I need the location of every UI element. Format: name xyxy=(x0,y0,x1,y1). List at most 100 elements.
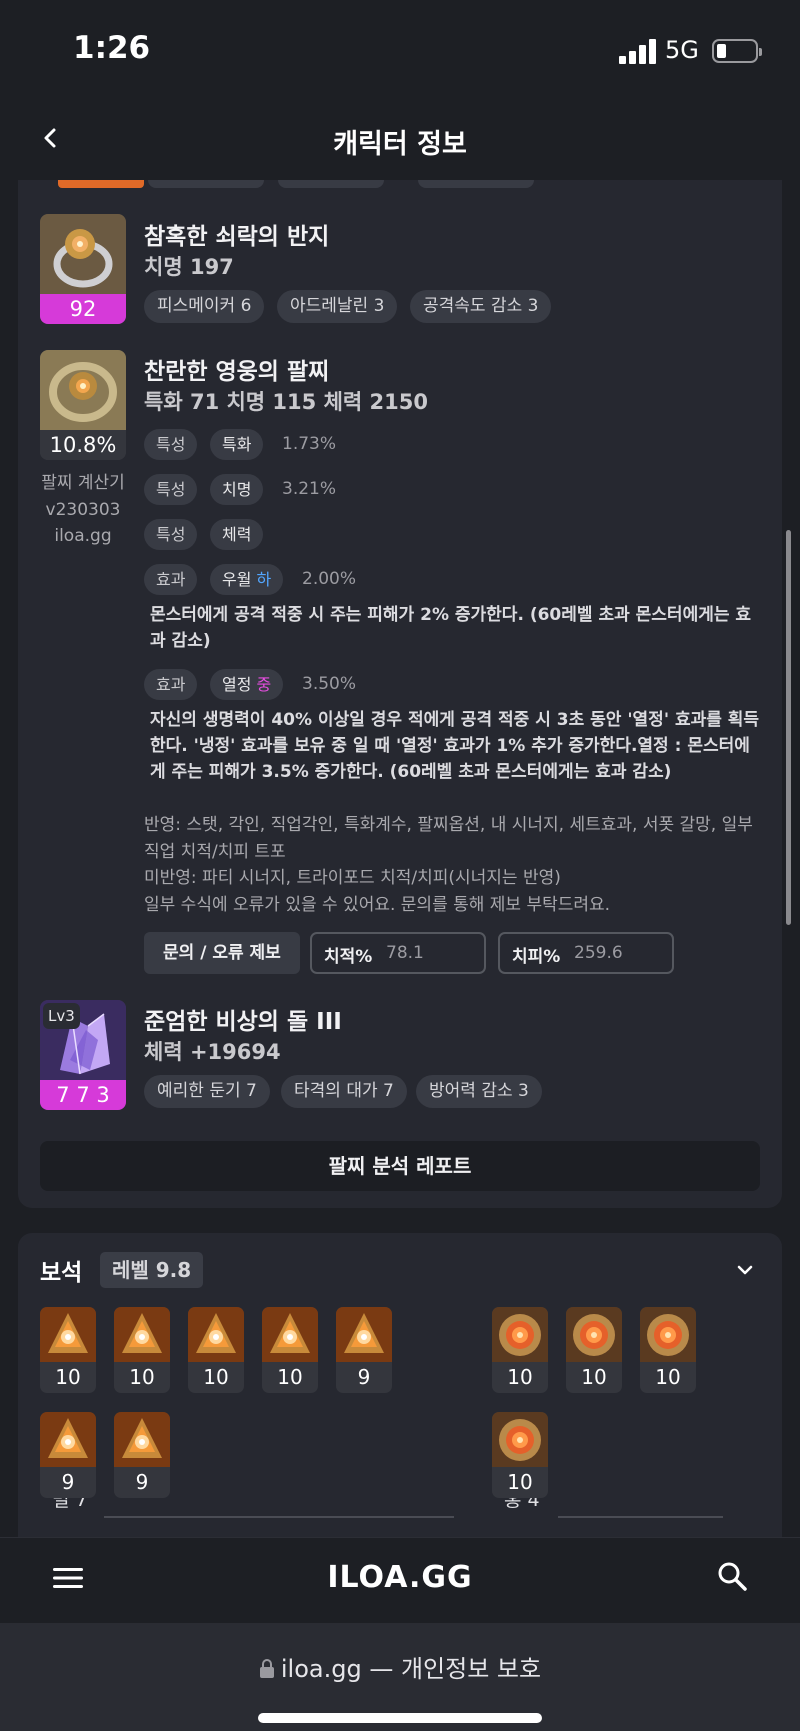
note-line: 일부 수식에 오류가 있을 수 있어요. 문의를 통해 제보 부탁드려요. xyxy=(144,894,611,915)
search-icon[interactable] xyxy=(716,1560,748,1592)
gems-title: 보석 xyxy=(40,1260,83,1286)
gem-item[interactable]: 10 xyxy=(114,1307,170,1393)
gem-level: 10 xyxy=(581,1365,607,1389)
previous-item-tag xyxy=(278,180,384,188)
trait-type-chip: 특성 xyxy=(144,519,198,550)
gem-level: 10 xyxy=(507,1470,533,1494)
annihilation-gem-icon xyxy=(262,1307,318,1362)
gem-item[interactable]: 10 xyxy=(640,1307,696,1393)
gem-item[interactable]: 10 xyxy=(492,1307,548,1393)
report-error-button[interactable]: 문의 / 오류 제보 xyxy=(144,932,300,974)
bracelet-percent: 10.8% xyxy=(40,430,126,460)
calculator-site: iloa.gg xyxy=(54,526,112,546)
ring-engraving-tag: 아드레날린 3 xyxy=(277,290,398,323)
gem-item[interactable]: 9 xyxy=(336,1307,392,1393)
gem-item[interactable]: 10 xyxy=(566,1307,622,1393)
ring-quality: 92 xyxy=(40,294,126,324)
trait-type-chip: 특성 xyxy=(144,429,198,460)
home-indicator xyxy=(258,1713,542,1723)
bracelet-item[interactable]: 10.8% xyxy=(40,350,126,460)
gem-level: 10 xyxy=(203,1365,229,1389)
ring-icon xyxy=(40,214,126,294)
gems-level-badge: 레벨 9.8 xyxy=(100,1252,204,1288)
bracelet-icon xyxy=(40,350,126,430)
crimson-flame-gem-icon xyxy=(566,1307,622,1362)
crimson-flame-gem-icon xyxy=(492,1412,548,1467)
calculator-name: 팔찌 계산기 xyxy=(41,473,125,493)
browser-url-bar[interactable]: iloa.gg — 개인정보 보호 xyxy=(0,1623,800,1731)
ring-engraving-tag: 피스메이커 6 xyxy=(144,290,265,323)
stone-stat: 체력 +19694 xyxy=(144,1040,281,1064)
effect-description: 자신의 생명력이 40% 이상일 경우 적에게 공격 적중 시 3초 동안 '열… xyxy=(150,710,760,782)
ring-thumbnail: 92 xyxy=(40,214,126,324)
bottom-nav: ILOA.GG xyxy=(0,1537,800,1623)
trait-name-chip: 체력 xyxy=(210,519,264,550)
trait-value: 3.21% xyxy=(282,479,337,499)
effect-name: 열정 xyxy=(222,675,252,694)
url-text: iloa.gg — 개인정보 보호 xyxy=(0,1649,800,1684)
page-title: 캐릭터 정보 xyxy=(333,129,467,160)
gem-item[interactable]: 9 xyxy=(114,1412,170,1498)
trait-value: 1.73% xyxy=(282,434,337,454)
annihilation-gem-icon xyxy=(40,1307,96,1362)
effect-grade: 하 xyxy=(256,570,272,589)
stone-engraving-tag: 방어력 감소 3 xyxy=(416,1075,542,1108)
gem-level: 10 xyxy=(55,1365,81,1389)
crit-damage-input[interactable]: 치피% 259.6 xyxy=(498,932,674,974)
gem-level: 9 xyxy=(135,1470,149,1494)
bracelet-thumbnail: 10.8% xyxy=(40,350,126,460)
brand-logo[interactable]: ILOA.GG xyxy=(0,1560,800,1595)
stone-level-badge: Lv3 xyxy=(43,1003,80,1029)
scrollbar[interactable] xyxy=(786,530,791,925)
annihilation-gem-icon xyxy=(114,1412,170,1467)
scroll-area: 92 참혹한 쇠락의 반지 치명 197 피스메이커 6 아드레날린 3 공격속… xyxy=(0,180,800,1537)
network-type: 5G xyxy=(665,36,699,64)
bracelet-analysis-button[interactable]: 팔찌 분석 레포트 xyxy=(40,1141,760,1191)
previous-item-tag xyxy=(148,180,264,188)
gem-item[interactable]: 10 xyxy=(492,1412,548,1498)
effect-type-chip: 효과 xyxy=(144,669,198,700)
crit-rate-input[interactable]: 치적% 78.1 xyxy=(310,932,486,974)
ring-stat: 치명 197 xyxy=(144,255,234,279)
equipment-card xyxy=(18,180,782,1208)
gem-level: 9 xyxy=(357,1365,371,1389)
gem-level: 9 xyxy=(61,1470,75,1494)
lock-icon xyxy=(259,1659,274,1678)
annihilation-gem-icon xyxy=(114,1307,170,1362)
previous-item-quality-bar xyxy=(58,180,144,188)
bracelet-stat: 특화 71 치명 115 체력 2150 xyxy=(144,390,428,414)
calculator-notes: 반영: 스탯, 각인, 직업각인, 특화계수, 팔찌옵션, 내 시너지, 세트효… xyxy=(144,812,764,918)
gem-item[interactable]: 10 xyxy=(262,1307,318,1393)
ring-engraving-tag: 공격속도 감소 3 xyxy=(410,290,552,323)
annihilation-gem-icon xyxy=(188,1307,244,1362)
stone-engraving-tag: 예리한 둔기 7 xyxy=(144,1075,270,1108)
chevron-down-icon[interactable] xyxy=(733,1258,757,1282)
gem-level: 10 xyxy=(277,1365,303,1389)
effect-type-chip: 효과 xyxy=(144,564,198,595)
url-label: iloa.gg — 개인정보 보호 xyxy=(280,1655,542,1683)
trait-name-chip: 특화 xyxy=(210,429,264,460)
note-line: 반영: 스탯, 각인, 직업각인, 특화계수, 팔찌옵션, 내 시너지, 세트효… xyxy=(144,815,753,862)
crit-rate-label: 치적% xyxy=(324,947,373,967)
crimson-flame-gem-icon xyxy=(492,1307,548,1362)
gem-item[interactable]: 10 xyxy=(188,1307,244,1393)
effect-name-chip: 우월 하 xyxy=(210,564,284,595)
gems-right-divider xyxy=(558,1516,723,1518)
crit-rate-value: 78.1 xyxy=(386,943,424,963)
crit-damage-value: 259.6 xyxy=(574,943,623,963)
annihilation-gem-icon xyxy=(336,1307,392,1362)
trait-name-chip: 치명 xyxy=(210,474,264,505)
note-line: 미반영: 파티 시너지, 트라이포드 치적/치피(시너지는 반영) xyxy=(144,868,561,888)
gem-item[interactable]: 9 xyxy=(40,1412,96,1498)
gem-level: 10 xyxy=(507,1365,533,1389)
crimson-flame-gem-icon xyxy=(640,1307,696,1362)
bracelet-name: 찬란한 영웅의 팔찌 xyxy=(144,359,330,385)
ring-name: 참혹한 쇠락의 반지 xyxy=(144,224,330,250)
stone-engraving-levels: 7 7 3 xyxy=(40,1080,126,1110)
stone-item[interactable]: Lv3 7 7 3 xyxy=(40,1000,126,1110)
effect-grade: 중 xyxy=(256,675,272,694)
status-bar: 1:26 5G xyxy=(0,0,800,100)
gem-item[interactable]: 10 xyxy=(40,1307,96,1393)
effect-name-chip: 열정 중 xyxy=(210,669,284,700)
effect-description: 몬스터에게 공격 적중 시 주는 피해가 2% 증가한다. (60레벨 초과 몬… xyxy=(150,605,752,651)
